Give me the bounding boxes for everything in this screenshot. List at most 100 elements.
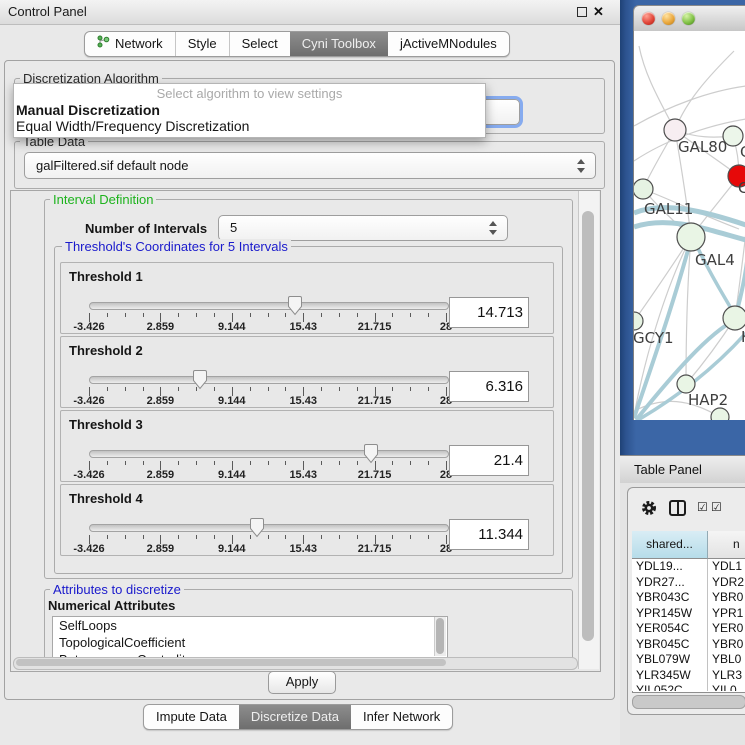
network-edge[interactable] xyxy=(634,237,691,321)
slider-tick-label: -3.426 xyxy=(73,469,104,481)
zoom-button[interactable] xyxy=(682,12,695,25)
slider-tick xyxy=(410,461,411,465)
network-edge[interactable] xyxy=(634,86,745,126)
table-row[interactable]: YDL19...YDL1 xyxy=(632,559,745,575)
table-row[interactable]: YIL052CYIL0 xyxy=(632,683,745,691)
algorithm-prompt: Select algorithm to view settings xyxy=(14,86,485,102)
tab-select[interactable]: Select xyxy=(229,32,290,56)
tab-label: Style xyxy=(188,32,217,56)
slider-tick-label: 2.859 xyxy=(147,469,175,481)
tab-label: Impute Data xyxy=(156,705,227,729)
algorithm-option[interactable]: Equal Width/Frequency Discretization xyxy=(14,118,485,134)
table-panel-titlebar: Table Panel xyxy=(620,455,745,484)
cell-name: YBR0 xyxy=(708,590,743,606)
table-row[interactable]: YPR145WYPR1 xyxy=(632,606,745,622)
tab-jactivemnodules[interactable]: jActiveMNodules xyxy=(388,32,509,56)
horizontal-scrollbar[interactable] xyxy=(13,657,578,670)
table-row[interactable]: YBR043CYBR0 xyxy=(632,590,745,606)
tab-label: Infer Network xyxy=(363,705,440,729)
tab-network[interactable]: Network xyxy=(85,32,175,56)
slider-tick xyxy=(410,313,411,317)
checkbox-icon[interactable]: ☑ xyxy=(711,500,722,514)
threshold-panel: Threshold 4-3.4262.8599.14415.4321.71528 xyxy=(60,484,554,556)
apply-button[interactable]: Apply xyxy=(268,671,336,694)
network-window-titlebar[interactable] xyxy=(633,5,745,33)
thresholds-group-title: Threshold's Coordinates for 5 Intervals xyxy=(62,239,291,254)
table-data-combobox[interactable]: galFiltered.sif default node xyxy=(24,152,596,179)
network-node-h[interactable] xyxy=(723,306,745,330)
checkbox-icon[interactable]: ☑ xyxy=(697,500,708,514)
combo-arrows-icon xyxy=(577,159,586,173)
slider-tick xyxy=(107,535,108,539)
column-header-name[interactable]: n xyxy=(708,531,745,559)
threshold-label: Threshold 2 xyxy=(69,343,143,358)
tab-infer-network[interactable]: Infer Network xyxy=(351,705,452,729)
slider-track[interactable] xyxy=(89,302,449,310)
number-of-intervals-value: 5 xyxy=(230,216,237,240)
slider-tick-label: 9.144 xyxy=(218,543,246,555)
slider-tick xyxy=(339,535,340,539)
slider-thumb[interactable] xyxy=(192,369,208,390)
slider-tick-label: 2.859 xyxy=(147,321,175,333)
close-button[interactable] xyxy=(642,12,655,25)
tab-impute-data[interactable]: Impute Data xyxy=(144,705,239,729)
float-window-icon[interactable] xyxy=(577,7,587,17)
control-panel-titlebar: Control Panel ✕ xyxy=(0,0,620,25)
threshold-value-input[interactable] xyxy=(449,297,529,328)
network-graph[interactable]: GAL80GCGAL11GAL4GCY1HHAP2 xyxy=(634,31,745,420)
number-of-intervals-combobox[interactable]: 5 xyxy=(218,215,508,241)
attributes-list-scrollbar[interactable] xyxy=(434,617,446,656)
table-horizontal-scrollbar[interactable] xyxy=(632,695,745,709)
close-icon[interactable]: ✕ xyxy=(593,4,604,20)
cell-shared-name: YER054C xyxy=(632,621,708,637)
network-edge-thick[interactable] xyxy=(693,238,735,316)
slider-tick xyxy=(428,461,429,465)
threshold-value-input[interactable] xyxy=(449,445,529,476)
attribute-item[interactable]: TopologicalCoefficient xyxy=(53,634,447,651)
gear-icon[interactable] xyxy=(640,499,658,517)
attribute-item[interactable]: SelfLoops xyxy=(53,617,447,634)
slider-track[interactable] xyxy=(89,376,449,384)
table-row[interactable]: YLR345WYLR3 xyxy=(632,668,745,684)
slider-track[interactable] xyxy=(89,450,449,458)
algorithm-option[interactable]: Manual Discretization xyxy=(14,102,485,118)
network-node-gcy1[interactable] xyxy=(634,312,643,330)
table-rows: YDL19...YDL1YDR27...YDR2YBR043CYBR0YPR14… xyxy=(632,559,745,691)
network-node[interactable] xyxy=(711,408,729,420)
network-node-gal4[interactable] xyxy=(677,223,705,251)
tab-style[interactable]: Style xyxy=(175,32,229,56)
slider-thumb[interactable] xyxy=(363,443,379,464)
columns-icon[interactable] xyxy=(669,500,686,516)
slider-thumb[interactable] xyxy=(287,295,303,316)
slider-thumb[interactable] xyxy=(249,517,265,538)
slider-tick xyxy=(178,535,179,539)
node-label: GAL80 xyxy=(678,138,727,156)
numerical-attributes-list[interactable]: SelfLoopsTopologicalCoefficientBetweenne… xyxy=(52,616,448,659)
slider-tick-label: -3.426 xyxy=(73,321,104,333)
network-node-gal11[interactable] xyxy=(634,179,653,199)
slider-tick-label: 21.715 xyxy=(358,395,392,407)
minimize-button[interactable] xyxy=(662,12,675,25)
table-row[interactable]: YER054CYER0 xyxy=(632,621,745,637)
vertical-scrollbar[interactable] xyxy=(578,191,599,669)
network-edge[interactable] xyxy=(639,46,675,130)
threshold-value-input[interactable] xyxy=(449,519,529,550)
slider-tick-label: 9.144 xyxy=(218,395,246,407)
slider-tick xyxy=(410,387,411,391)
slider-tick xyxy=(214,461,215,465)
tab-cyni-toolbox[interactable]: Cyni Toolbox xyxy=(290,32,388,56)
slider-track[interactable] xyxy=(89,524,449,532)
threshold-value-input[interactable] xyxy=(449,371,529,402)
slider-tick-label: 2.859 xyxy=(147,395,175,407)
column-header-shared-name[interactable]: shared... xyxy=(632,531,708,559)
slider-tick xyxy=(339,313,340,317)
table-row[interactable]: YBR045CYBR0 xyxy=(632,637,745,653)
network-canvas[interactable]: GAL80GCGAL11GAL4GCY1HHAP2 xyxy=(633,31,745,420)
table-row[interactable]: YBL079WYBL0 xyxy=(632,652,745,668)
network-edge[interactable] xyxy=(675,51,734,130)
slider-tick xyxy=(268,461,269,465)
slider-tick xyxy=(357,461,358,465)
tab-discretize-data[interactable]: Discretize Data xyxy=(239,705,351,729)
table-row[interactable]: YDR27...YDR2 xyxy=(632,575,745,591)
slider-tick xyxy=(392,313,393,317)
